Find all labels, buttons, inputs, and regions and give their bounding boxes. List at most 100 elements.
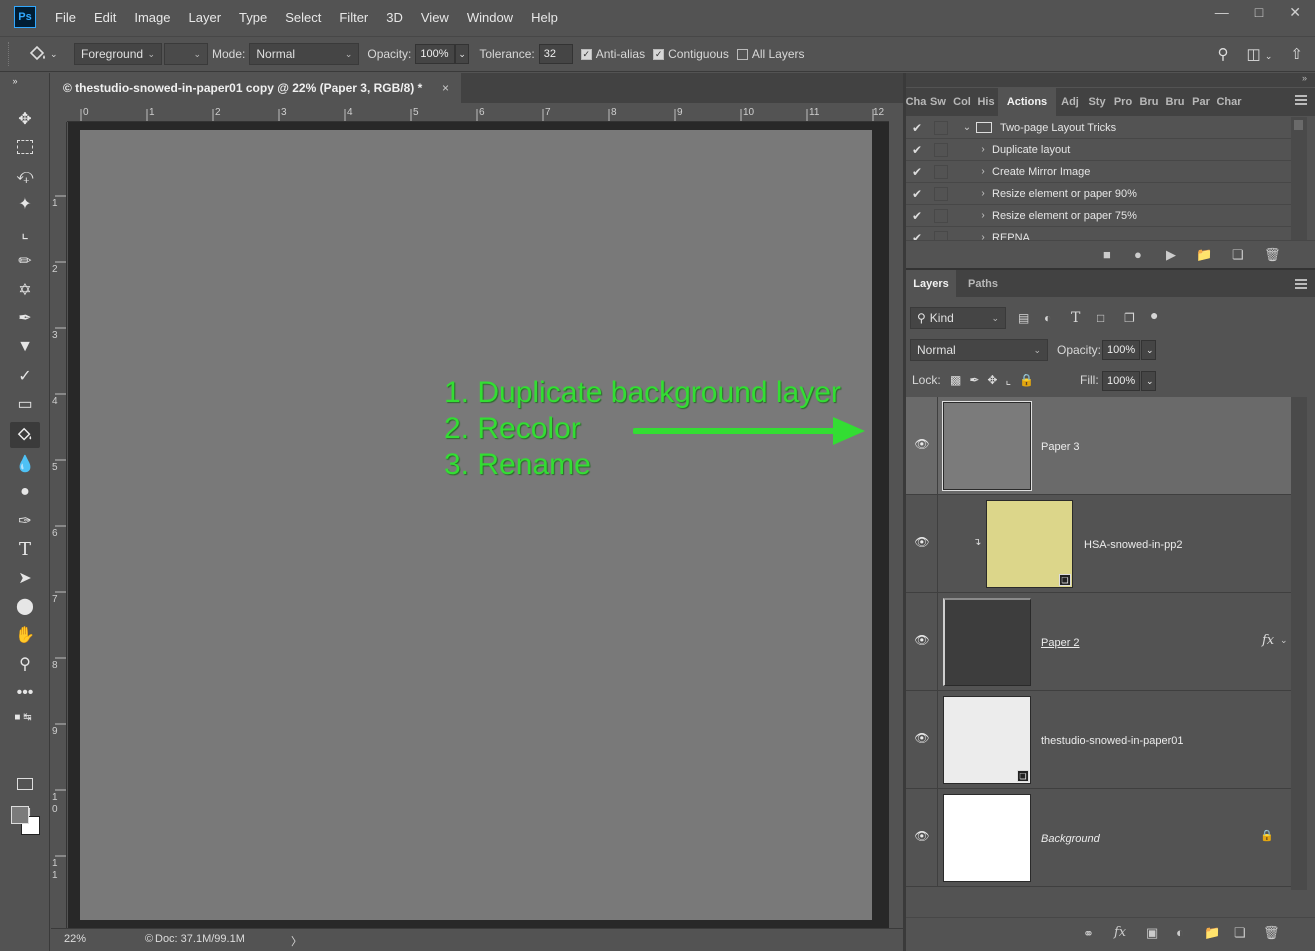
eye-icon[interactable]: 👁 — [912, 437, 932, 451]
document-canvas[interactable] — [80, 130, 872, 920]
lock-position-icon[interactable]: ✥ — [987, 373, 997, 387]
layers-panel-menu-icon[interactable] — [1295, 279, 1307, 291]
layer-name[interactable]: Background — [1041, 833, 1100, 845]
menu-type[interactable]: Type — [230, 10, 276, 25]
action-row[interactable]: ✔ › REPNA — [906, 227, 1291, 240]
link-layers-icon[interactable]: ⚭ — [1083, 926, 1094, 942]
delete-layer-icon[interactable]: 🗑 — [1263, 925, 1280, 941]
blend-mode-dropdown[interactable]: Normal ⌄ — [910, 339, 1048, 361]
magic-wand-tool-icon[interactable]: ✦ — [10, 191, 40, 217]
clone-stamp-tool-icon[interactable]: ▼ — [10, 334, 40, 360]
hand-tool-icon[interactable]: ✋ — [10, 622, 40, 648]
panel-collapse-bar[interactable]: » — [906, 73, 1315, 87]
tolerance-input[interactable]: 32 — [538, 44, 573, 64]
menu-3d[interactable]: 3D — [377, 10, 412, 25]
tab-adjustments[interactable]: Adj — [1056, 88, 1084, 116]
layer-thumbnail[interactable] — [942, 401, 1032, 491]
search-icon[interactable]: ⚲ — [1218, 45, 1229, 63]
more-tools-icon[interactable]: ••• — [10, 680, 40, 706]
menu-edit[interactable]: Edit — [85, 10, 125, 25]
layer-name[interactable]: thestudio-snowed-in-paper01 — [1041, 735, 1183, 747]
options-grip[interactable] — [8, 42, 14, 66]
stop-icon[interactable]: ■ — [1103, 247, 1111, 262]
close-icon[interactable]: ✕ — [1289, 4, 1301, 21]
dialog-toggle[interactable] — [934, 208, 948, 223]
delete-icon[interactable]: 🗑 — [1264, 247, 1281, 263]
tab-paragraph[interactable]: Par — [1188, 88, 1214, 116]
opacity-input[interactable]: 100% — [415, 44, 456, 64]
tab-character[interactable]: Cha — [906, 88, 927, 116]
layer-name[interactable]: HSA-snowed-in-pp2 — [1084, 539, 1182, 551]
chevron-right-icon[interactable]: › — [974, 188, 992, 199]
swap-colors-icon[interactable]: ■ ↹ — [8, 709, 38, 725]
tab-character-styles[interactable]: Char — [1214, 88, 1244, 116]
eye-icon[interactable]: 👁 — [912, 535, 932, 549]
ellipse-tool-icon[interactable]: ⬤ — [10, 593, 40, 619]
chevron-right-icon[interactable]: › — [974, 210, 992, 221]
menu-image[interactable]: Image — [125, 10, 179, 25]
tab-history[interactable]: His — [974, 88, 998, 116]
action-row[interactable]: ✔ › Create Mirror Image — [906, 161, 1291, 183]
layer-thumbnail[interactable]: ❏ — [986, 500, 1073, 588]
contiguous-checkbox[interactable]: ✓ — [653, 48, 665, 60]
dialog-toggle[interactable] — [934, 142, 948, 157]
tool-preset-picker[interactable]: ⌄ — [28, 42, 62, 66]
layer-row[interactable]: 👁 Paper 3 — [906, 397, 1291, 495]
collapse-panels-icon[interactable]: » — [1302, 73, 1307, 83]
marquee-tool-icon[interactable] — [10, 134, 40, 160]
filter-toggle-icon[interactable]: ● — [1150, 307, 1158, 323]
toggle-item-icon[interactable]: ✔ — [906, 187, 928, 201]
new-layer-icon[interactable]: ❏ — [1234, 925, 1246, 941]
mode-dropdown[interactable]: Normal ⌄ — [249, 43, 360, 65]
zoom-tool-icon[interactable]: ⚲ — [10, 651, 40, 677]
fill-source-dropdown[interactable]: Foreground ⌄ — [74, 43, 162, 65]
new-group-icon[interactable]: 📁 — [1204, 925, 1220, 941]
document-vertical-scrollbar[interactable] — [889, 105, 903, 928]
layer-row[interactable]: 👁 Paper 2 fx ⌄ — [906, 593, 1291, 691]
add-layer-style-icon[interactable]: fx — [1114, 925, 1126, 940]
dialog-toggle[interactable] — [934, 186, 948, 201]
toggle-item-icon[interactable]: ✔ — [906, 143, 928, 157]
pen-tool-icon[interactable]: ✑ — [10, 508, 40, 534]
menu-select[interactable]: Select — [276, 10, 330, 25]
layer-opacity-chevron-icon[interactable]: ⌄ — [1141, 340, 1156, 360]
layer-effects-icon[interactable]: fx — [1262, 633, 1274, 648]
lock-transparent-icon[interactable]: ▩ — [950, 373, 961, 387]
layer-thumbnail[interactable]: ❏ — [943, 696, 1031, 784]
action-set-row[interactable]: ✔ ⌄ Two-page Layout Tricks — [906, 117, 1291, 139]
tab-brushes[interactable]: Bru — [1136, 88, 1162, 116]
toggle-item-icon[interactable]: ✔ — [906, 231, 928, 241]
action-row[interactable]: ✔ › Resize element or paper 75% — [906, 205, 1291, 227]
menu-layer[interactable]: Layer — [180, 10, 231, 25]
record-icon[interactable]: ● — [1134, 247, 1142, 262]
actions-scrollbar[interactable] — [1291, 117, 1307, 240]
chevron-right-icon[interactable]: › — [974, 144, 992, 155]
tab-styles[interactable]: Sty — [1084, 88, 1110, 116]
lock-all-icon[interactable]: 🔒 — [1019, 373, 1034, 387]
toggle-item-icon[interactable]: ✔ — [906, 209, 928, 223]
layer-row[interactable]: 👁 ↴ ❏ HSA-snowed-in-pp2 — [906, 495, 1291, 593]
blur-tool-icon[interactable]: 💧 — [10, 451, 40, 477]
lock-artboard-icon[interactable]: ⌞ — [1005, 373, 1011, 387]
tab-properties[interactable]: Pro — [1110, 88, 1136, 116]
lasso-tool-icon[interactable]: ⤽ — [10, 163, 40, 189]
workspace-icon[interactable]: ◫ ⌄ — [1247, 45, 1273, 63]
adjustment-filter-icon[interactable]: ◐ — [1044, 311, 1051, 325]
document-tab[interactable]: © thestudio-snowed-in-paper01 copy @ 22%… — [51, 73, 461, 103]
healing-brush-tool-icon[interactable]: ✡ — [10, 277, 40, 303]
dialog-toggle[interactable] — [934, 120, 948, 135]
shape-filter-icon[interactable]: □ — [1097, 311, 1104, 325]
crop-tool-icon[interactable]: ⌞ — [10, 220, 40, 246]
panel-expand-icon[interactable]: » — [8, 76, 22, 86]
menu-help[interactable]: Help — [522, 10, 567, 25]
tab-paths[interactable]: Paths — [958, 270, 1008, 297]
layer-row[interactable]: 👁 Background 🔒 — [906, 789, 1291, 887]
eye-icon[interactable]: 👁 — [912, 731, 932, 745]
fill-chevron-icon[interactable]: ⌄ — [1141, 371, 1156, 391]
move-tool-icon[interactable]: ✥ — [10, 106, 40, 132]
tab-swatches[interactable]: Sw — [926, 88, 950, 116]
pixel-filter-icon[interactable]: ▤ — [1018, 311, 1029, 325]
type-tool-icon[interactable]: T — [10, 536, 40, 562]
brush-tool-icon[interactable]: ✒ — [10, 305, 40, 331]
menu-file[interactable]: File — [46, 10, 85, 25]
